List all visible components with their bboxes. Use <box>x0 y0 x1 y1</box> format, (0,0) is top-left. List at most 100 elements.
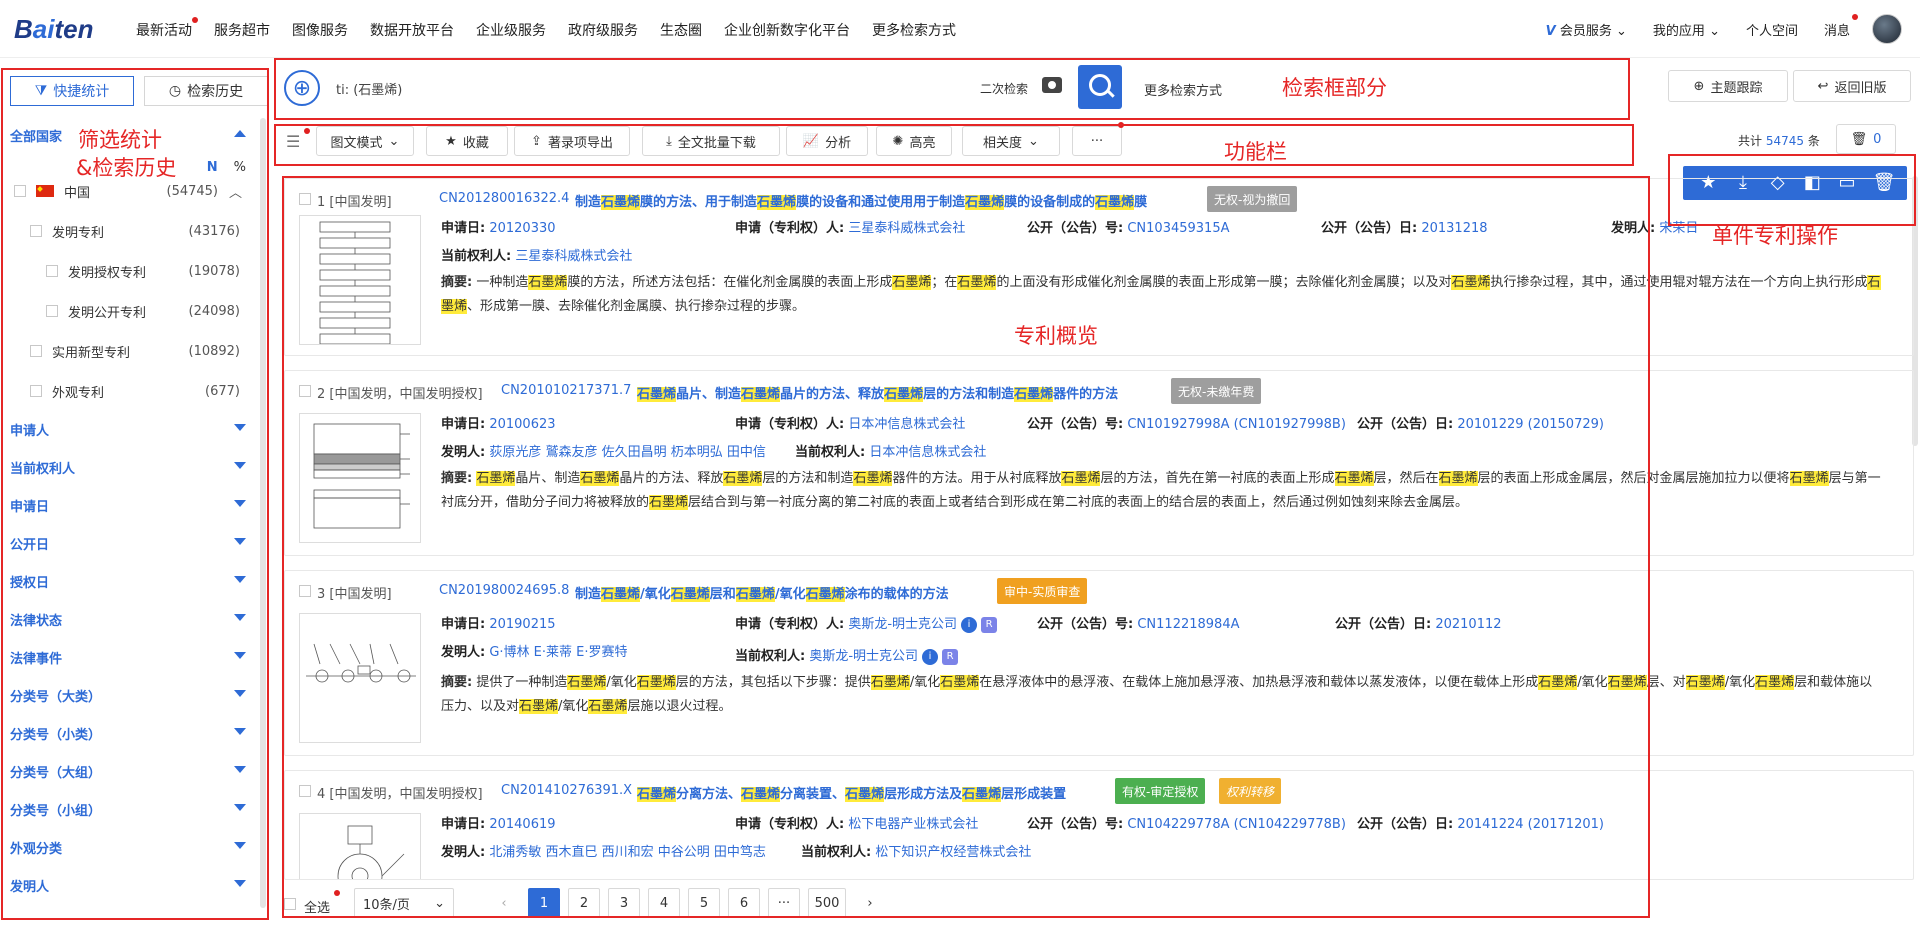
prev-page-button[interactable]: ‹ <box>488 888 520 918</box>
filter-group-class-subgroup[interactable]: 分类号（小组） <box>10 798 246 820</box>
highlight-button[interactable]: ✺高亮 <box>876 126 952 156</box>
filter-group-applicant[interactable]: 申请人 <box>10 418 246 440</box>
filter-group-legal-status[interactable]: 法律状态 <box>10 608 246 630</box>
checkbox[interactable] <box>46 265 58 277</box>
patent-number-link[interactable]: CN201410276391.X <box>501 783 632 798</box>
company-i-icon[interactable]: i <box>961 617 977 633</box>
page-1[interactable]: 1 <box>528 888 560 918</box>
back-old-version-button[interactable]: ↩返回旧版 <box>1793 70 1911 102</box>
more-search-link[interactable]: 更多检索方式 <box>1144 80 1222 99</box>
page-4[interactable]: 4 <box>648 888 680 918</box>
percent-toggle[interactable]: % <box>234 160 246 175</box>
page-ellipsis[interactable]: ··· <box>768 888 800 918</box>
filter-group-owner[interactable]: 当前权利人 <box>10 456 246 478</box>
patent-title-link[interactable]: 石墨烯晶片、制造石墨烯晶片的方法、释放石墨烯层的方法和制造石墨烯器件的方法 <box>637 383 1118 402</box>
baiten-logo[interactable]: Baiten <box>14 14 93 45</box>
filter-group-apply-date[interactable]: 申请日 <box>10 494 246 516</box>
nav-more-search[interactable]: 更多检索方式 <box>872 20 956 40</box>
checkbox[interactable] <box>46 305 58 317</box>
export-button[interactable]: ⇪著录项导出 <box>514 126 630 156</box>
batch-download-button[interactable]: ⤓全文批量下载 <box>642 126 780 156</box>
my-apps-menu[interactable]: 我的应用 ⌄ <box>1653 20 1720 39</box>
record-checkbox[interactable] <box>299 585 311 597</box>
patent-number-link[interactable]: CN201280016322.4 <box>439 191 569 206</box>
globe-icon[interactable]: ⊕ <box>284 70 320 106</box>
filter-design-patent[interactable]: 外观专利(677) <box>10 380 246 402</box>
collapse-icon[interactable] <box>234 130 246 137</box>
search-query[interactable]: ti: (石墨烯) <box>336 79 402 98</box>
nav-government-service[interactable]: 政府级服务 <box>568 20 638 40</box>
page-3[interactable]: 3 <box>608 888 640 918</box>
secondary-search-link[interactable]: 二次检索 <box>980 80 1028 97</box>
topic-track-button[interactable]: ⊕主题跟踪 <box>1668 70 1788 102</box>
patent-title-link[interactable]: 制造石墨烯膜的方法、用于制造石墨烯膜的设备和通过使用用于制造石墨烯膜的设备制成的… <box>575 191 1147 210</box>
sidebar-toggle-icon[interactable]: ☰ <box>286 132 300 151</box>
per-page-select[interactable]: 10条/页⌄ <box>354 888 454 918</box>
filter-group-class-main-group[interactable]: 分类号（大组） <box>10 760 246 782</box>
nav-digital-platform[interactable]: 企业创新数字化平台 <box>724 20 850 40</box>
checkbox[interactable] <box>30 385 42 397</box>
checkbox[interactable] <box>30 345 42 357</box>
chevron-up-icon[interactable]: ︿ <box>229 182 242 201</box>
legal-status-badge: 无权-未缴年费 <box>1171 378 1261 404</box>
nav-ecosystem[interactable]: 生态圈 <box>660 20 702 40</box>
nav-open-data[interactable]: 数据开放平台 <box>370 20 454 40</box>
sidebar-scrollbar[interactable] <box>260 118 266 908</box>
checkbox[interactable] <box>30 225 42 237</box>
patent-drawing-thumbnail[interactable] <box>299 813 421 880</box>
search-button[interactable] <box>1078 65 1122 109</box>
tab-search-history[interactable]: ◷检索历史 <box>144 76 268 106</box>
nav-service-market[interactable]: 服务超市 <box>214 20 270 40</box>
filter-group-class-minor[interactable]: 分类号（小类） <box>10 722 246 744</box>
patent-drawing-thumbnail[interactable] <box>299 613 421 743</box>
filter-group-legal-event[interactable]: 法律事件 <box>10 646 246 668</box>
page-last[interactable]: 500 <box>808 888 846 918</box>
nav-image-service[interactable]: 图像服务 <box>292 20 348 40</box>
record-checkbox[interactable] <box>299 193 311 205</box>
page-5[interactable]: 5 <box>688 888 720 918</box>
filter-utility-model[interactable]: 实用新型专利(10892) <box>10 340 246 362</box>
record-checkbox[interactable] <box>299 785 311 797</box>
user-avatar[interactable] <box>1872 14 1902 44</box>
filter-invention-granted[interactable]: 发明授权专利(19078) <box>10 260 246 282</box>
patent-number-link[interactable]: CN201010217371.7 <box>501 383 631 398</box>
filter-invention-patent[interactable]: 发明专利(43176) <box>10 220 246 242</box>
more-actions-button[interactable]: ··· <box>1072 126 1122 156</box>
record-checkbox[interactable] <box>299 385 311 397</box>
r-badge-icon[interactable]: R <box>942 649 958 665</box>
analyze-button[interactable]: 📈分析 <box>786 126 868 156</box>
favorite-button[interactable]: ★收藏 <box>426 126 508 156</box>
vip-service-menu[interactable]: V 会员服务 ⌄ <box>1546 20 1627 39</box>
patent-drawing-thumbnail[interactable] <box>299 215 421 345</box>
page-2[interactable]: 2 <box>568 888 600 918</box>
patent-number-link[interactable]: CN201980024695.8 <box>439 583 569 598</box>
filter-group-pub-date[interactable]: 公开日 <box>10 532 246 554</box>
filter-invention-published[interactable]: 发明公开专利(24098) <box>10 300 246 322</box>
expand-icon <box>234 728 246 735</box>
patent-drawing-thumbnail[interactable] <box>299 413 421 543</box>
next-page-button[interactable]: › <box>854 888 886 918</box>
company-i-icon[interactable]: i <box>922 649 938 665</box>
sort-select[interactable]: 相关度⌄ <box>962 126 1060 156</box>
patent-title-link[interactable]: 制造石墨烯/氧化石墨烯层和石墨烯/氧化石墨烯涂布的载体的方法 <box>575 583 949 602</box>
view-mode-select[interactable]: 图文模式⌄ <box>316 126 414 156</box>
nav-enterprise-service[interactable]: 企业级服务 <box>476 20 546 40</box>
r-badge-icon[interactable]: R <box>981 617 997 633</box>
select-all-label[interactable]: 全选 <box>304 897 330 916</box>
checkbox[interactable] <box>14 185 26 197</box>
filter-group-class-major[interactable]: 分类号（大类） <box>10 684 246 706</box>
camera-icon[interactable] <box>1042 77 1062 93</box>
filter-group-design-class[interactable]: 外观分类 <box>10 836 246 858</box>
page-6[interactable]: 6 <box>728 888 760 918</box>
filter-group-grant-date[interactable]: 授权日 <box>10 570 246 592</box>
select-all-checkbox[interactable] <box>284 898 296 910</box>
messages-link[interactable]: 消息 <box>1824 20 1850 39</box>
patent-title-link[interactable]: 石墨烯分离方法、石墨烯分离装置、石墨烯层形成方法及石墨烯层形成装置 <box>637 783 1066 802</box>
nav-latest-activity[interactable]: 最新活动 <box>136 20 192 40</box>
count-toggle[interactable]: N <box>207 160 218 175</box>
filter-china[interactable]: 中国(54745)︿ <box>10 180 246 202</box>
personal-space-link[interactable]: 个人空间 <box>1746 20 1798 39</box>
filter-group-inventor[interactable]: 发明人 <box>10 874 246 896</box>
recycle-bin-button[interactable]: 🗑0 <box>1836 124 1896 154</box>
tab-quick-stats[interactable]: ⧩快捷统计 <box>10 76 134 106</box>
